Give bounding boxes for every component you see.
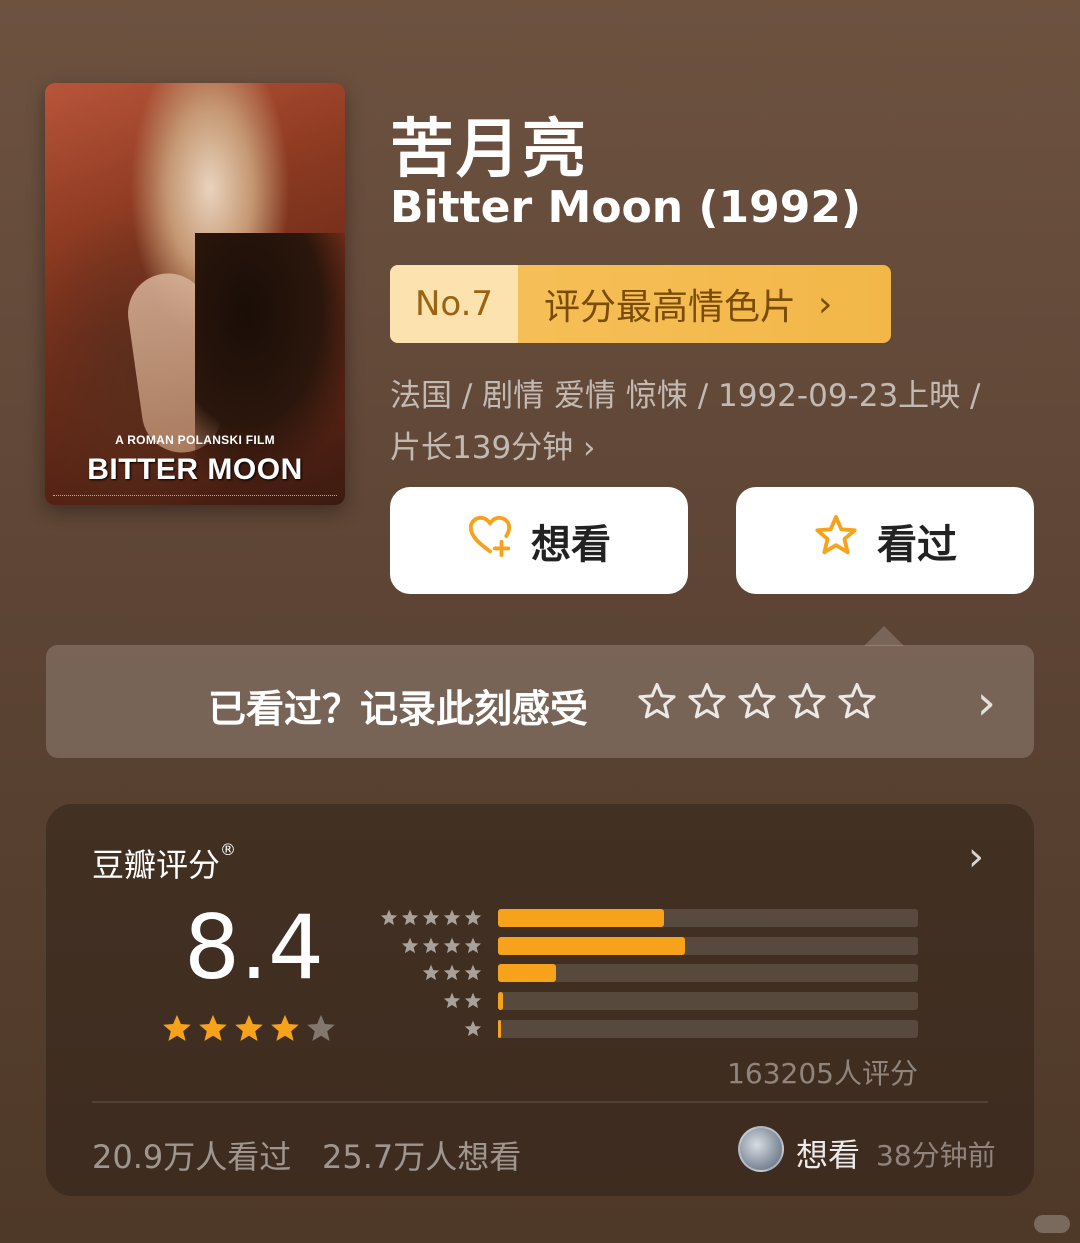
distribution-bar-4 (498, 937, 918, 955)
distribution-fill-1 (498, 1020, 502, 1038)
distribution-fill-2 (498, 992, 504, 1010)
rating-stars (160, 1012, 338, 1046)
card-divider (92, 1101, 988, 1103)
star-small-icon (464, 909, 482, 926)
rating-label-wrap: 豆瓣评分® (92, 840, 236, 886)
watched-count[interactable]: 20.9万人看过 (92, 1132, 291, 1178)
star-outline-icon[interactable] (836, 681, 878, 723)
star-small-icon (422, 964, 440, 981)
star-small-icon (422, 937, 440, 954)
record-star-rating[interactable] (636, 681, 878, 723)
poster-credits (53, 495, 337, 499)
chevron-right-icon: › (818, 283, 833, 325)
star-small-icon (443, 937, 461, 954)
star-filled-icon (199, 1014, 227, 1042)
distribution-fill-5 (498, 909, 664, 927)
star-small-icon (464, 992, 482, 1009)
movie-meta-line1: 法国 / 剧情 爱情 惊悚 / 1992-09-23上映 / (390, 378, 981, 414)
watermark-logo (1034, 1215, 1070, 1233)
rank-badge[interactable]: No.7 评分最高情色片 › (390, 265, 891, 343)
activity-time: 38分钟前 (876, 1139, 996, 1172)
want-count[interactable]: 25.7万人想看 (322, 1132, 521, 1178)
rank-number: No.7 (390, 265, 518, 343)
activity-action: 想看 (796, 1136, 861, 1174)
distribution-bar-3 (498, 964, 918, 982)
distribution-stars-3 (421, 963, 483, 983)
want-to-watch-label: 想看 (531, 521, 611, 568)
star-small-icon (464, 1020, 482, 1037)
vote-count: 163205人评分 (727, 1057, 918, 1090)
record-feeling-bar[interactable]: 已看过？记录此刻感受 › (46, 645, 1034, 758)
star-filled-icon (271, 1014, 299, 1042)
star-outline-icon[interactable] (736, 681, 778, 723)
star-small-icon (422, 909, 440, 926)
star-filled-icon (163, 1014, 191, 1042)
star-outline-icon (813, 513, 859, 569)
star-outline-icon[interactable] (786, 681, 828, 723)
movie-poster[interactable]: A ROMAN POLANSKI FILM BITTER MOON (45, 83, 345, 505)
rating-label: 豆瓣评分 (92, 846, 221, 884)
distribution-fill-4 (498, 937, 686, 955)
douban-rating-card: 豆瓣评分® › 8.4 163205人评分 20.9万人看过 25.7万人想看 … (46, 804, 1034, 1196)
chevron-right-icon[interactable]: › (968, 834, 984, 880)
distribution-bar-1 (498, 1020, 918, 1038)
rank-text-wrap: 评分最高情色片 › (518, 265, 891, 343)
chevron-right-icon: › (976, 675, 996, 731)
movie-title-en: Bitter Moon (1992) (390, 182, 862, 233)
want-to-watch-button[interactable]: 想看 (390, 487, 688, 594)
rating-score: 8.4 (184, 896, 324, 999)
distribution-fill-3 (498, 964, 556, 982)
distribution-stars-1 (463, 1019, 483, 1039)
star-outline-icon[interactable] (636, 681, 678, 723)
movie-title-cn: 苦月亮 (390, 113, 588, 187)
star-filled-icon (235, 1014, 263, 1042)
star-empty-icon (307, 1014, 335, 1042)
rank-label: 评分最高情色片 (544, 287, 797, 328)
star-outline-icon[interactable] (686, 681, 728, 723)
poster-title: BITTER MOON (87, 453, 303, 486)
registered-mark: ® (220, 840, 237, 859)
distribution-stars-2 (442, 991, 483, 1011)
record-bar-pointer (864, 626, 904, 646)
movie-meta-line2[interactable]: 片长139分钟 › (390, 422, 595, 467)
star-small-icon (464, 964, 482, 981)
distribution-stars-5 (379, 908, 483, 928)
poster-tagline: A ROMAN POLANSKI FILM (115, 433, 275, 447)
watched-label: 看过 (877, 521, 957, 568)
star-small-icon (464, 937, 482, 954)
star-small-icon (443, 992, 461, 1009)
distribution-stars-4 (400, 936, 483, 956)
avatar[interactable] (738, 1126, 784, 1172)
star-small-icon (401, 937, 419, 954)
heart-plus-icon (467, 513, 513, 569)
distribution-bar-2 (498, 992, 918, 1010)
star-small-icon (380, 909, 398, 926)
distribution-bar-5 (498, 909, 918, 927)
record-prompt: 已看过？记录此刻感受 (208, 687, 589, 731)
star-small-icon (401, 909, 419, 926)
watched-button[interactable]: 看过 (736, 487, 1034, 594)
star-small-icon (443, 909, 461, 926)
star-small-icon (443, 964, 461, 981)
